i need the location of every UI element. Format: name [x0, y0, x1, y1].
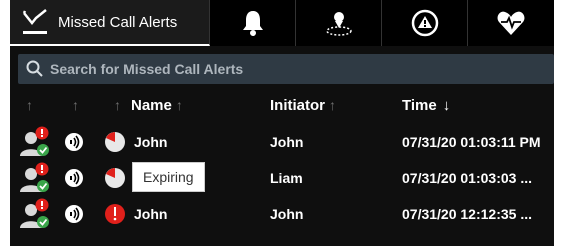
row-time: 07/31/20 12:12:35 ... [402, 206, 532, 222]
missed-call-alerts-panel: Missed Call Alerts Search for Missed Cal… [10, 0, 554, 246]
tab-label: Missed Call Alerts [58, 13, 178, 31]
row-name: John [134, 134, 168, 150]
warning-icon [411, 9, 438, 37]
search-input[interactable] [50, 61, 530, 77]
expired-alert-icon [105, 204, 125, 224]
tab-health[interactable] [468, 0, 554, 46]
sort-arrow-up-icon: ↑ [114, 97, 121, 113]
row-initiator: Liam [270, 170, 303, 186]
row-time: 07/31/20 01:03:11 PM [402, 134, 541, 150]
expiring-timer-icon [105, 132, 125, 152]
tab-warnings[interactable] [382, 0, 468, 46]
search-icon [26, 60, 43, 77]
audio-icon[interactable] [64, 204, 84, 224]
sort-arrow-up-icon: ↑ [329, 97, 336, 113]
tab-bar: Missed Call Alerts [10, 0, 554, 46]
audio-icon[interactable] [64, 168, 84, 188]
search-bar [18, 54, 554, 84]
column-header-time[interactable]: Time ↓ [402, 97, 450, 114]
audio-icon[interactable] [64, 132, 84, 152]
row-time: 07/31/20 01:03:03 ... [402, 170, 532, 186]
user-alert-avatar-icon [20, 198, 49, 228]
sort-arrow-up-icon[interactable]: ↑ [72, 97, 79, 113]
missed-call-icon [22, 9, 47, 34]
heartbeat-icon [497, 11, 525, 35]
row-initiator: John [270, 206, 304, 222]
sort-arrow-down-icon: ↓ [442, 96, 451, 114]
tab-location[interactable] [296, 0, 382, 46]
tab-missed-call-alerts[interactable]: Missed Call Alerts [10, 0, 210, 46]
row-initiator: John [270, 134, 304, 150]
table-row[interactable]: John John 07/31/20 12:12:35 ... [10, 196, 554, 232]
sort-arrow-up-icon[interactable]: ↑ [26, 97, 33, 113]
table-row[interactable]: Expiring Liam 07/31/20 01:03:03 ... [10, 160, 554, 196]
table-row[interactable]: John John 07/31/20 01:03:11 PM [10, 124, 554, 160]
expiring-timer-icon [105, 168, 125, 188]
user-alert-avatar-icon [20, 162, 49, 192]
location-icon [325, 12, 352, 36]
column-header-initiator[interactable]: Initiator ↑ [270, 97, 336, 114]
tab-notifications[interactable] [210, 0, 296, 46]
bell-icon [242, 11, 263, 36]
user-alert-avatar-icon [20, 126, 49, 156]
column-header-name[interactable]: ↑ Name ↑ [114, 97, 183, 114]
status-tooltip: Expiring [132, 162, 205, 192]
column-header-row: ↑ ↑ ↑ Name ↑ Initiator ↑ Time ↓ [10, 90, 554, 120]
row-name: John [134, 206, 168, 222]
sort-arrow-up-icon: ↑ [175, 97, 183, 113]
